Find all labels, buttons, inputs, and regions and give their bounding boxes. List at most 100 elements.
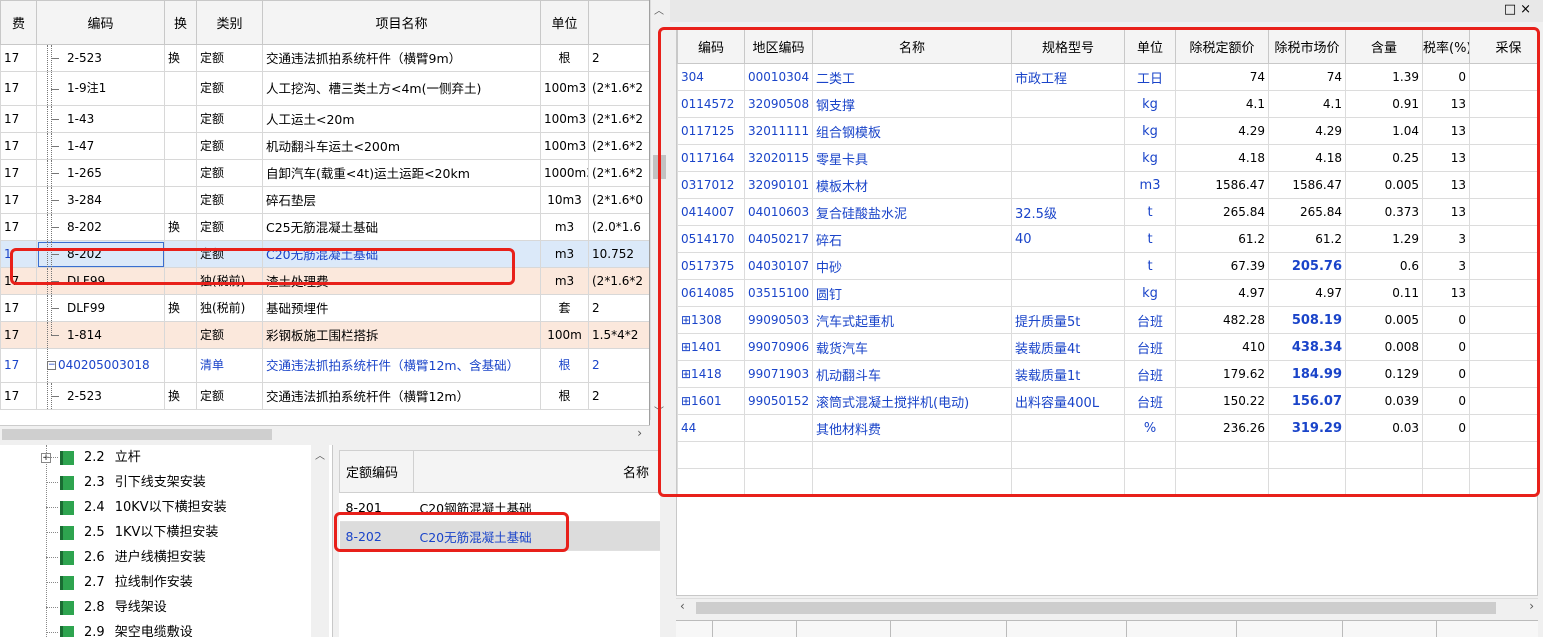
cell-name[interactable]: 交通违法抓拍系统杆件（横臂12m） xyxy=(262,382,541,410)
cell-spec[interactable] xyxy=(1011,117,1125,145)
collapse-icon[interactable]: − xyxy=(47,361,56,370)
col-header-unit[interactable]: 单位 xyxy=(1124,29,1176,64)
tree-item[interactable]: 2.8 导线架设 xyxy=(0,595,332,620)
cell-market-price[interactable]: 1586.47 xyxy=(1268,171,1346,199)
cell-code[interactable]: 1-265 xyxy=(36,159,165,187)
cell-content[interactable]: 1.04 xyxy=(1345,117,1423,145)
cell-name[interactable]: 人工运土<20m xyxy=(262,105,541,133)
cell-code[interactable]: 304 xyxy=(677,63,745,91)
cell-qty[interactable]: 2 xyxy=(588,382,649,410)
cell-quota-price[interactable]: 4.18 xyxy=(1175,144,1269,172)
cell-market-price[interactable]: 184.99 xyxy=(1268,360,1346,388)
cell-unit[interactable]: 10m3 xyxy=(540,186,589,214)
cell-tax-rate[interactable]: 0 xyxy=(1422,63,1470,91)
table-row[interactable]: 304 00010304 二类工 市政工程 工日 74 74 1.39 0 xyxy=(677,63,1537,91)
cell-region-code[interactable]: 32020115 xyxy=(744,144,813,172)
cell-quota-price[interactable]: 236.26 xyxy=(1175,414,1269,442)
cell-code[interactable]: 1-9注1 xyxy=(36,71,165,106)
cell-content[interactable]: 0.008 xyxy=(1345,333,1423,361)
cell-fee[interactable]: 17 xyxy=(0,382,37,410)
cell-fee[interactable]: 17 xyxy=(0,294,37,322)
cell-quota-price[interactable]: 482.28 xyxy=(1175,306,1269,334)
cell-unit[interactable]: 根 xyxy=(540,44,589,72)
cell-fee[interactable]: 17 xyxy=(0,186,37,214)
empty-cell[interactable] xyxy=(1422,441,1470,469)
cell-region-code[interactable]: 99071903 xyxy=(744,360,813,388)
cell-code[interactable]: 0614085 xyxy=(677,279,745,307)
cell-quota-price[interactable]: 410 xyxy=(1175,333,1269,361)
cell-name[interactable]: 机动翻斗车 xyxy=(812,360,1012,388)
cell-qty[interactable]: 2 xyxy=(588,348,649,383)
cell-type[interactable]: 定额 xyxy=(196,159,263,187)
cell-tax-rate[interactable]: 0 xyxy=(1422,360,1470,388)
cell-spec[interactable]: 装载质量1t xyxy=(1011,360,1125,388)
cell-quota-price[interactable]: 4.1 xyxy=(1175,90,1269,118)
cell-type[interactable]: 定额 xyxy=(196,44,263,72)
cell-name[interactable]: 组合钢模板 xyxy=(812,117,1012,145)
cell-procurement[interactable] xyxy=(1469,360,1537,388)
cell-content[interactable]: 0.11 xyxy=(1345,279,1423,307)
cell-fee[interactable]: 17 xyxy=(0,159,37,187)
cell-unit[interactable]: m3 xyxy=(540,267,589,295)
cell-tax-rate[interactable]: 3 xyxy=(1422,225,1470,253)
cell-spec[interactable]: 40 xyxy=(1011,225,1125,253)
table-row[interactable]: 0117125 32011111 组合钢模板 kg 4.29 4.29 1.04 13 xyxy=(677,117,1537,145)
tree-item[interactable]: 2.4 10KV以下横担安装 xyxy=(0,495,332,520)
cell-content[interactable]: 0.005 xyxy=(1345,171,1423,199)
cell-name[interactable]: 机动翻斗车运土<200m xyxy=(262,132,541,160)
cell-unit[interactable]: 100m xyxy=(540,321,589,349)
cell-code[interactable]: 0117164 xyxy=(677,144,745,172)
cell-type[interactable]: 定额 xyxy=(196,186,263,214)
table-row-selected[interactable]: 1 8-202 定额 C20无筋混凝土基础 m3 10.752 xyxy=(0,240,649,268)
table-row[interactable]: 0317012 32090101 模板木材 m3 1586.47 1586.47 0.005… xyxy=(677,171,1537,199)
quota-name[interactable]: C20钢筋混凝土基础 xyxy=(413,492,660,522)
cell-swap[interactable] xyxy=(164,267,197,295)
col-header-unit[interactable]: 单位 xyxy=(540,0,589,45)
cell-spec[interactable] xyxy=(1011,144,1125,172)
cell-unit[interactable]: t xyxy=(1124,198,1176,226)
left-grid-vertical-scrollbar[interactable]: ︿ ﹀ xyxy=(650,0,668,420)
col-header-qty[interactable] xyxy=(588,0,649,45)
cell-spec[interactable]: 出料容量400L xyxy=(1011,387,1125,415)
quota-code[interactable]: 8-201 xyxy=(339,492,414,522)
cell-market-price[interactable]: 4.1 xyxy=(1268,90,1346,118)
cell-content[interactable]: 0.373 xyxy=(1345,198,1423,226)
cell-region-code[interactable]: 32011111 xyxy=(744,117,813,145)
cell-swap[interactable] xyxy=(164,186,197,214)
cell-content[interactable]: 0.03 xyxy=(1345,414,1423,442)
table-row[interactable]: 0514170 04050217 碎石 40 t 61.2 61.2 1.29 3 xyxy=(677,225,1537,253)
cell-spec[interactable]: 提升质量5t xyxy=(1011,306,1125,334)
cell-unit[interactable]: % xyxy=(1124,414,1176,442)
cell-code[interactable]: ⊞1401 xyxy=(677,333,745,361)
empty-cell[interactable] xyxy=(1011,441,1125,469)
cell-region-code[interactable]: 04050217 xyxy=(744,225,813,253)
cell-qty[interactable]: 2 xyxy=(588,294,649,322)
col-header-market-price[interactable]: 除税市场价 xyxy=(1268,29,1346,64)
cell-unit[interactable]: 台班 xyxy=(1124,333,1176,361)
table-row[interactable]: ⊞1401 99070906 载货汽车 装载质量4t 台班 410 438.34 0.008 0 xyxy=(677,333,1537,361)
cell-region-code[interactable] xyxy=(744,414,813,442)
cell-quota-price[interactable]: 74 xyxy=(1175,63,1269,91)
cell-market-price[interactable]: 4.18 xyxy=(1268,144,1346,172)
table-row[interactable]: 17 DLF99 独(税前) 渣土处理费 m3 (2*1.6*2 xyxy=(0,267,649,295)
cell-procurement[interactable] xyxy=(1469,171,1537,199)
cell-quota-price[interactable]: 150.22 xyxy=(1175,387,1269,415)
cell-name[interactable]: 渣土处理费 xyxy=(262,267,541,295)
cell-tax-rate[interactable]: 13 xyxy=(1422,117,1470,145)
cell-swap[interactable] xyxy=(164,71,197,106)
scrollbar-thumb[interactable] xyxy=(2,429,272,440)
cell-qty[interactable]: (2*1.6*2 xyxy=(588,71,649,106)
cell-spec[interactable]: 32.5级 xyxy=(1011,198,1125,226)
cell-name[interactable]: 滚筒式混凝土搅拌机(电动) xyxy=(812,387,1012,415)
cell-content[interactable]: 0.25 xyxy=(1345,144,1423,172)
table-row[interactable]: ⊞1308 99090503 汽车式起重机 提升质量5t 台班 482.28 508.19 0… xyxy=(677,306,1537,334)
table-row[interactable]: ⊞1418 99071903 机动翻斗车 装载质量1t 台班 179.62 184.99 0.… xyxy=(677,360,1537,388)
table-row[interactable]: 17 1-47 定额 机动翻斗车运土<200m 100m3 (2*1.6*2 xyxy=(0,132,649,160)
cell-content[interactable]: 0.129 xyxy=(1345,360,1423,388)
cell-region-code[interactable]: 32090508 xyxy=(744,90,813,118)
cell-procurement[interactable] xyxy=(1469,333,1537,361)
cell-region-code[interactable]: 00010304 xyxy=(744,63,813,91)
cell-name[interactable]: 碎石 xyxy=(812,225,1012,253)
table-row[interactable]: 17 1-265 定额 自卸汽车(载重<4t)运土运距<20km 1000m3 … xyxy=(0,159,649,187)
tree-item[interactable]: 2.9 架空电缆敷设 xyxy=(0,620,332,637)
